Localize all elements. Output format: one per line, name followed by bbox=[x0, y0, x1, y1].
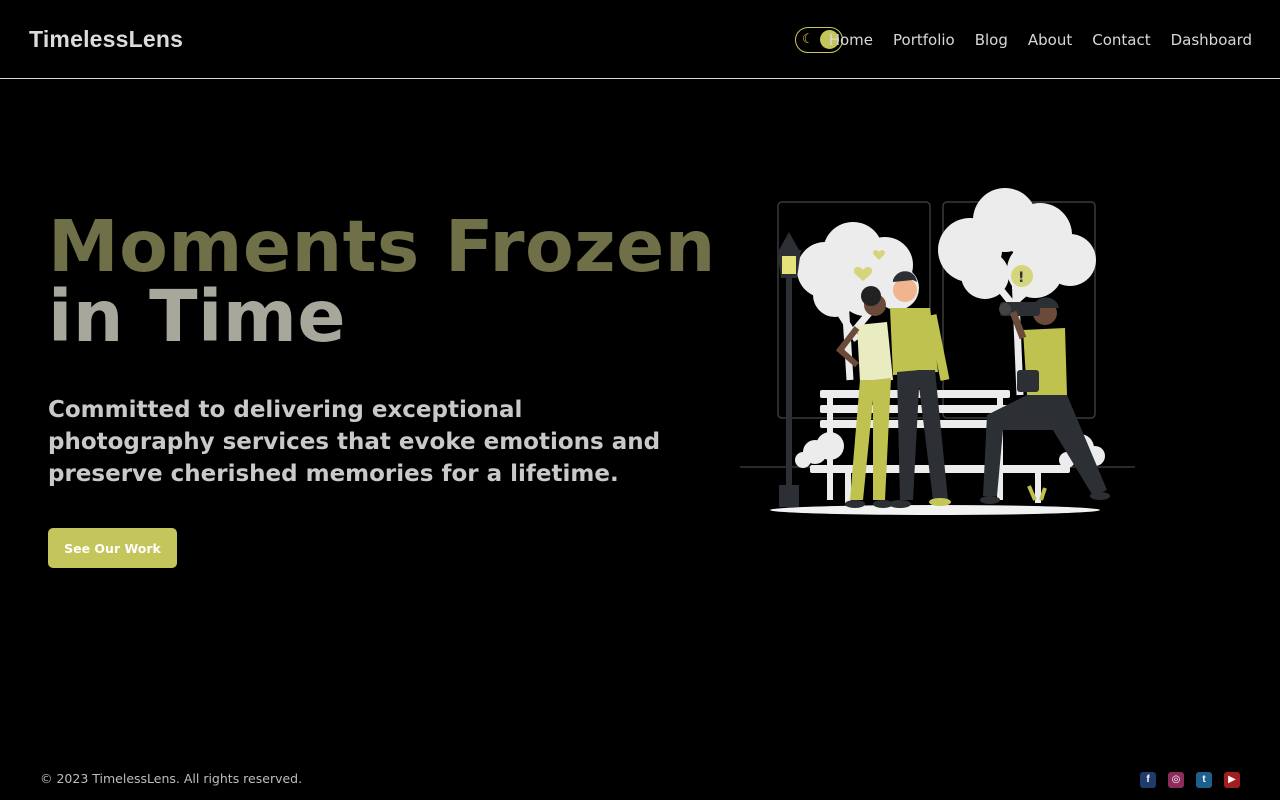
hero-subtitle: Committed to delivering exceptional phot… bbox=[48, 397, 661, 487]
see-our-work-button[interactable]: See Our Work bbox=[48, 528, 177, 568]
social-links: f ◎ t ▶ bbox=[1140, 772, 1240, 788]
hero-title-line1: Moments Frozen bbox=[48, 205, 716, 288]
moon-icon: ☾ bbox=[802, 31, 814, 46]
nav-link-dashboard[interactable]: Dashboard bbox=[1171, 31, 1252, 49]
svg-text:!: ! bbox=[1018, 270, 1024, 286]
facebook-icon[interactable]: f bbox=[1140, 772, 1156, 788]
footer-copyright: © 2023 TimelessLens. All rights reserved… bbox=[40, 771, 303, 786]
photographer-couple-illustration: ! bbox=[740, 188, 1135, 515]
nav-link-about[interactable]: About bbox=[1028, 31, 1072, 49]
top-navbar: TimelessLens ☾ Home Portfolio Blog About… bbox=[0, 0, 1280, 79]
nav-link-home[interactable]: Home bbox=[829, 31, 873, 49]
hero-title: Moments Frozen in Time bbox=[48, 205, 716, 358]
nav-links: Home Portfolio Blog About Contact Dashbo… bbox=[829, 31, 1252, 49]
youtube-icon[interactable]: ▶ bbox=[1224, 772, 1240, 788]
brand-logo[interactable]: TimelessLens bbox=[29, 26, 183, 53]
nav-link-blog[interactable]: Blog bbox=[975, 31, 1008, 49]
twitter-icon[interactable]: t bbox=[1196, 772, 1212, 788]
nav-link-contact[interactable]: Contact bbox=[1092, 31, 1150, 49]
instagram-icon[interactable]: ◎ bbox=[1168, 772, 1184, 788]
nav-link-portfolio[interactable]: Portfolio bbox=[893, 31, 955, 49]
hero-title-line2: in Time bbox=[48, 275, 347, 358]
